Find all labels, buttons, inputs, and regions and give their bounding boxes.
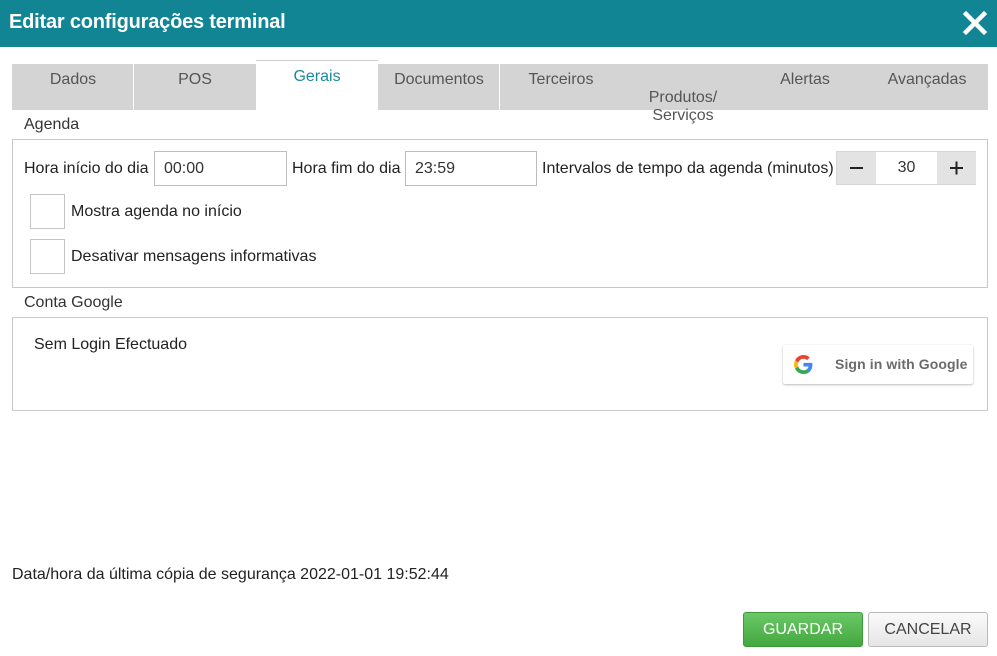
tab-label: Avançadas <box>887 71 967 88</box>
start-time-input[interactable] <box>154 151 287 186</box>
tab-label: Terceiros <box>528 71 594 88</box>
show-agenda-label: Mostra agenda no início <box>71 203 242 220</box>
decrement-button[interactable] <box>837 152 876 184</box>
dialog-titlebar: Editar configurações terminal <box>0 0 997 47</box>
disable-info-messages-label: Desativar mensagens informativas <box>71 248 317 265</box>
google-section-title: Conta Google <box>24 294 123 311</box>
end-time-input[interactable] <box>405 151 537 186</box>
show-agenda-checkbox[interactable] <box>30 194 65 229</box>
tab-label: Produtos/ Serviços <box>648 89 718 124</box>
start-time-label: Hora início do dia <box>24 160 149 177</box>
plus-icon <box>950 161 963 175</box>
tab-label: Documentos <box>394 71 484 88</box>
disable-info-messages-checkbox[interactable] <box>30 239 65 274</box>
tab-produtos-servicos[interactable]: Produtos/ Serviços <box>622 64 744 124</box>
interval-value[interactable]: 30 <box>876 152 937 184</box>
tab-dados[interactable]: Dados <box>12 64 134 110</box>
minus-icon <box>850 167 863 169</box>
dialog-title: Editar configurações terminal <box>9 11 286 33</box>
tab-terceiros[interactable]: Terceiros <box>500 64 622 110</box>
tab-label: Gerais <box>293 68 341 85</box>
google-signin-label: Sign in with Google <box>835 356 968 372</box>
interval-label: Intervalos de tempo da agenda (minutos) <box>542 160 834 177</box>
tab-documentos[interactable]: Documentos <box>378 64 500 110</box>
interval-stepper: 30 <box>836 151 976 185</box>
tab-label: POS <box>178 71 212 88</box>
tab-bar: Dados POS Gerais Documentos Terceiros Pr… <box>12 60 988 124</box>
tab-gerais[interactable]: Gerais <box>256 60 378 110</box>
tab-pos[interactable]: POS <box>134 64 256 110</box>
google-signin-button[interactable]: Sign in with Google <box>783 345 973 384</box>
google-g-icon <box>794 355 813 374</box>
tab-avancadas[interactable]: Avançadas <box>866 64 988 110</box>
increment-button[interactable] <box>937 152 976 184</box>
save-button[interactable]: GUARDAR <box>743 612 863 647</box>
cancel-button[interactable]: CANCELAR <box>868 612 988 647</box>
login-status: Sem Login Efectuado <box>34 336 187 353</box>
tab-label: Alertas <box>780 71 830 88</box>
agenda-section-title: Agenda <box>24 116 80 133</box>
tab-label: Dados <box>49 71 97 88</box>
tab-alertas[interactable]: Alertas <box>744 64 866 110</box>
end-time-label: Hora fim do dia <box>292 160 401 177</box>
last-backup-text: Data/hora da última cópia de segurança 2… <box>12 566 449 583</box>
close-icon[interactable] <box>962 10 988 36</box>
